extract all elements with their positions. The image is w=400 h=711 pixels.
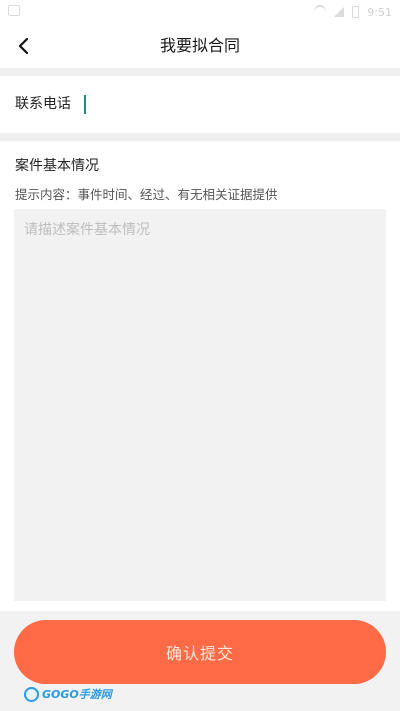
phone-label: 联系电话 [15, 96, 71, 112]
wifi-icon [314, 5, 327, 19]
notification-icon [8, 5, 20, 16]
text-cursor [84, 95, 86, 114]
case-title: 案件基本情况 [15, 158, 99, 174]
nav-bar: 我要拟合同 [0, 24, 400, 68]
page-title: 我要拟合同 [159, 36, 240, 55]
battery-icon [352, 6, 360, 18]
watermark-text: GOGO手游网 [42, 688, 112, 701]
submit-button[interactable]: 确认提交 [14, 620, 386, 684]
chevron-left-icon [18, 37, 29, 55]
section-divider [0, 68, 400, 76]
case-hint: 提示内容：事件时间、经过、有无相关证据提供 [15, 187, 278, 202]
phone-row: 联系电话 [0, 76, 400, 133]
case-section: 案件基本情况 提示内容：事件时间、经过、有无相关证据提供 [0, 141, 400, 611]
phone-input[interactable] [84, 92, 378, 116]
watermark-logo: GOGO手游网 [24, 684, 112, 704]
status-icons: 9:51 [314, 4, 392, 20]
status-time: 9:51 [367, 5, 392, 19]
case-description-textarea[interactable] [14, 209, 386, 601]
back-button[interactable] [6, 28, 42, 64]
signal-icon [334, 7, 345, 17]
section-divider [0, 133, 400, 141]
status-bar: 9:51 [0, 0, 400, 24]
watermark-icon [24, 686, 39, 702]
